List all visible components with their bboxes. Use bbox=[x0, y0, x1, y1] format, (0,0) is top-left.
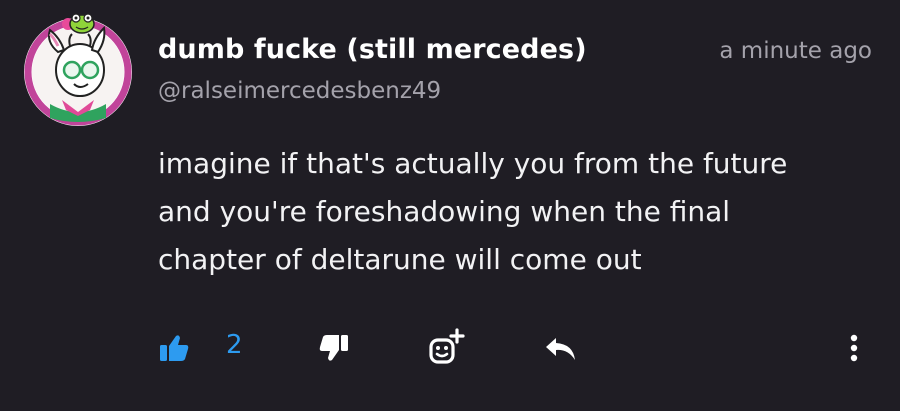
more-options-button[interactable] bbox=[842, 330, 866, 366]
avatar-image bbox=[24, 13, 132, 126]
comment-card: dumb fucke (still mercedes) @ralseimerce… bbox=[0, 0, 900, 411]
more-vertical-icon bbox=[850, 334, 858, 362]
author-name[interactable]: dumb fucke (still mercedes) bbox=[158, 34, 587, 65]
dislike-button[interactable] bbox=[316, 332, 352, 364]
comment-timestamp: a minute ago bbox=[719, 38, 872, 64]
like-button[interactable] bbox=[156, 332, 192, 364]
comment-body: imagine if that's actually you from the … bbox=[158, 140, 858, 284]
thumbs-up-icon bbox=[160, 335, 189, 361]
reply-button[interactable] bbox=[540, 332, 580, 364]
like-count: 2 bbox=[226, 330, 243, 360]
avatar[interactable] bbox=[20, 12, 136, 128]
add-reaction-button[interactable] bbox=[424, 326, 468, 368]
author-handle[interactable]: @ralseimercedesbenz49 bbox=[158, 78, 441, 104]
comment-body-line: imagine if that's actually you from the … bbox=[158, 147, 788, 180]
reply-icon bbox=[546, 338, 575, 360]
add-reaction-icon bbox=[429, 328, 465, 364]
comment-body-line: chapter of deltarune will come out bbox=[158, 243, 642, 276]
comment-body-line: and you're foreshadowing when the final bbox=[158, 195, 731, 228]
thumbs-down-icon bbox=[319, 335, 348, 361]
